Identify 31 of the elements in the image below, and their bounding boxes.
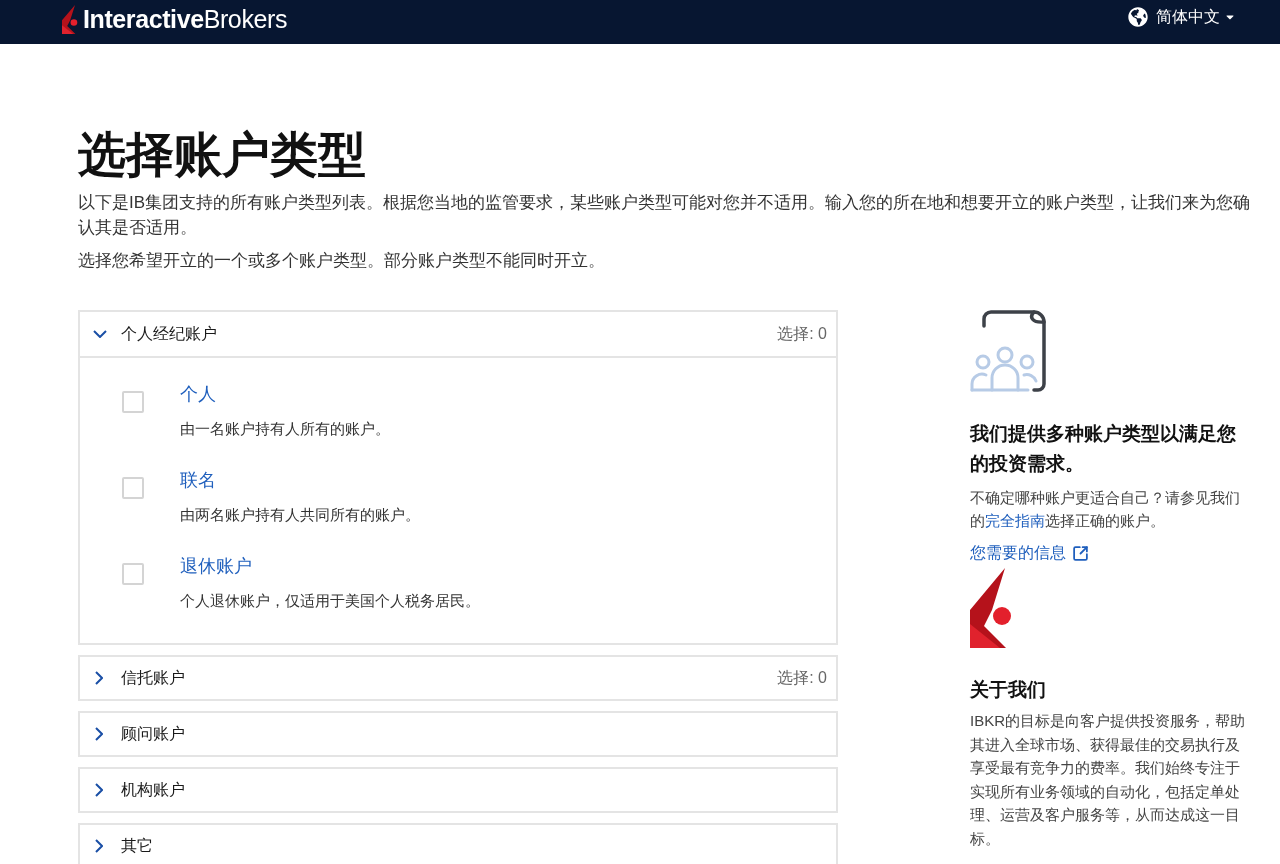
logo-icon (62, 5, 78, 34)
intro-text: 以下是IB集团支持的所有账户类型列表。根据您当地的监管要求，某些账户类型可能对您并不适用。输入您的所在地和想要开立的账户类型，让我们来为您确认其是否适用。 (78, 192, 1252, 239)
guide-text: 不确定哪种账户更适合自己？请参见我们的完全指南选择正确的账户。 (970, 488, 1241, 531)
account-type-description: 由一名账户持有人所有的账户。 (180, 419, 390, 439)
account-type-label[interactable]: 联名 (180, 467, 420, 493)
logo-wordmark: InteractiveBrokers (83, 4, 287, 34)
selection-count: 选择: 0 (777, 668, 827, 688)
checkbox[interactable] (122, 563, 144, 585)
logo-mark-icon (970, 568, 1013, 648)
account-type-description: 由两名账户持有人共同所有的账户。 (180, 505, 420, 525)
accordion-header[interactable]: 机构账户 (80, 769, 836, 811)
selection-count: 选择: 0 (777, 324, 827, 344)
globe-icon (1128, 7, 1148, 27)
intro-text: 选择您希望开立的一个或多个账户类型。部分账户类型不能同时开立。 (78, 250, 606, 272)
checkbox[interactable] (122, 391, 144, 413)
guide-link[interactable]: 完全指南 (985, 512, 1045, 529)
language-selector[interactable]: 简体中文 (1128, 5, 1236, 29)
account-type-label[interactable]: 退休账户 (180, 553, 480, 579)
accordion-header[interactable]: 信托账户 选择: 0 (80, 657, 836, 699)
info-link[interactable]: 您需要的信息 (970, 541, 1089, 565)
about-heading: 关于我们 (970, 678, 1046, 702)
account-type-label[interactable]: 个人 (180, 381, 390, 407)
accordion-header[interactable]: 顾问账户 (80, 713, 836, 755)
accordion-header[interactable]: 个人经纪账户 选择: 0 (80, 312, 836, 358)
about-text: IBKR的目标是向客户提供投资服务，帮助其进入全球市场、获得最佳的交易执行及享受最有竞争力的费率。我们始终专注于实现所有业务领域的自动化，包括定单处理、运营及客户服务等，从而达成这一目标。 (970, 711, 1246, 849)
external-link-icon (1072, 544, 1089, 562)
accordion-header[interactable]: 其它 (80, 825, 836, 864)
page-title: 选择账户类型 (78, 127, 367, 183)
checkbox[interactable] (122, 477, 144, 499)
sidebar-heading: 我们提供多种账户类型以满足您的投资需求。 (970, 422, 1237, 476)
account-type-description: 个人退休账户，仅适用于美国个人税务居民。 (180, 591, 480, 611)
